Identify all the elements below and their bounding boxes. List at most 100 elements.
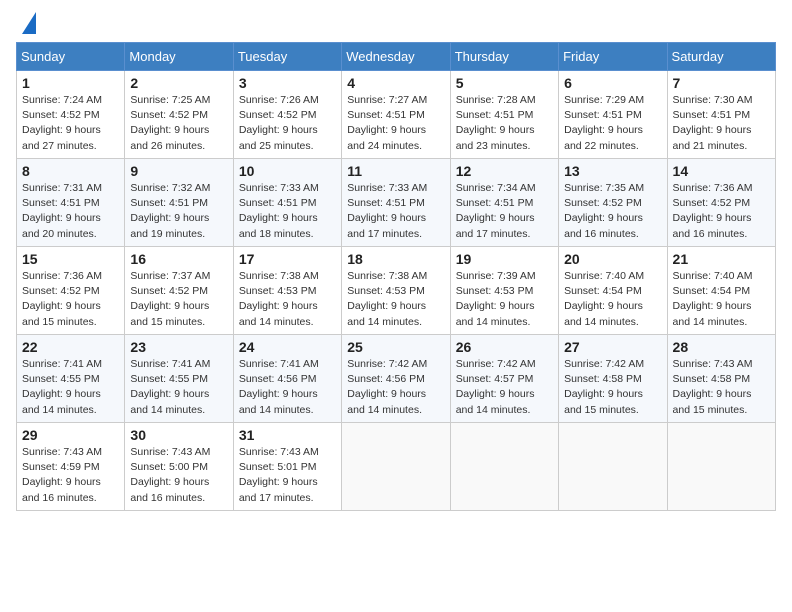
calendar-cell: 20 Sunrise: 7:40 AMSunset: 4:54 PMDayligh… bbox=[559, 247, 667, 335]
day-number: 27 bbox=[564, 339, 661, 355]
calendar-cell: 1 Sunrise: 7:24 AMSunset: 4:52 PMDaylight… bbox=[17, 71, 125, 159]
calendar-cell: 16Sunrise: 7:37 AMSunset: 4:52 PMDayligh… bbox=[125, 247, 233, 335]
day-number: 2 bbox=[130, 75, 227, 91]
calendar-cell: 14Sunrise: 7:36 AMSunset: 4:52 PMDayligh… bbox=[667, 159, 775, 247]
day-info: Sunrise: 7:41 AMSunset: 4:55 PMDaylight:… bbox=[130, 357, 227, 418]
calendar-cell: 28 Sunrise: 7:43 AMSunset: 4:58 PMDayligh… bbox=[667, 335, 775, 423]
calendar-cell bbox=[559, 423, 667, 511]
day-number: 1 bbox=[22, 75, 119, 91]
day-info: Sunrise: 7:40 AMSunset: 4:54 PMDaylight:… bbox=[564, 269, 661, 330]
day-number: 8 bbox=[22, 163, 119, 179]
day-info: Sunrise: 7:33 AMSunset: 4:51 PMDaylight:… bbox=[347, 181, 444, 242]
day-info: Sunrise: 7:40 AMSunset: 4:54 PMDaylight:… bbox=[673, 269, 770, 330]
day-info: Sunrise: 7:41 AMSunset: 4:56 PMDaylight:… bbox=[239, 357, 336, 418]
day-number: 14 bbox=[673, 163, 770, 179]
day-number: 28 bbox=[673, 339, 770, 355]
day-info: Sunrise: 7:34 AMSunset: 4:51 PMDaylight:… bbox=[456, 181, 553, 242]
day-info: Sunrise: 7:26 AMSunset: 4:52 PMDaylight:… bbox=[239, 93, 336, 154]
calendar-cell: 12Sunrise: 7:34 AMSunset: 4:51 PMDayligh… bbox=[450, 159, 558, 247]
day-info: Sunrise: 7:33 AMSunset: 4:51 PMDaylight:… bbox=[239, 181, 336, 242]
calendar-cell bbox=[342, 423, 450, 511]
day-number: 7 bbox=[673, 75, 770, 91]
day-number: 30 bbox=[130, 427, 227, 443]
calendar-cell: 7 Sunrise: 7:30 AMSunset: 4:51 PMDaylight… bbox=[667, 71, 775, 159]
day-info: Sunrise: 7:36 AMSunset: 4:52 PMDaylight:… bbox=[22, 269, 119, 330]
day-info: Sunrise: 7:25 AMSunset: 4:52 PMDaylight:… bbox=[130, 93, 227, 154]
calendar-cell: 23 Sunrise: 7:41 AMSunset: 4:55 PMDayligh… bbox=[125, 335, 233, 423]
day-number: 15 bbox=[22, 251, 119, 267]
day-number: 5 bbox=[456, 75, 553, 91]
day-info: Sunrise: 7:43 AMSunset: 5:00 PMDaylight:… bbox=[130, 445, 227, 506]
day-info: Sunrise: 7:43 AMSunset: 4:58 PMDaylight:… bbox=[673, 357, 770, 418]
calendar-cell: 10 Sunrise: 7:33 AMSunset: 4:51 PMDayligh… bbox=[233, 159, 341, 247]
calendar-cell: 30 Sunrise: 7:43 AMSunset: 5:00 PMDayligh… bbox=[125, 423, 233, 511]
day-info: Sunrise: 7:38 AMSunset: 4:53 PMDaylight:… bbox=[239, 269, 336, 330]
calendar-cell: 2 Sunrise: 7:25 AMSunset: 4:52 PMDaylight… bbox=[125, 71, 233, 159]
page-header bbox=[16, 16, 776, 34]
calendar-cell: 9 Sunrise: 7:32 AMSunset: 4:51 PMDaylight… bbox=[125, 159, 233, 247]
day-number: 13 bbox=[564, 163, 661, 179]
calendar-cell: 8 Sunrise: 7:31 AMSunset: 4:51 PMDaylight… bbox=[17, 159, 125, 247]
day-number: 23 bbox=[130, 339, 227, 355]
day-number: 25 bbox=[347, 339, 444, 355]
day-number: 20 bbox=[564, 251, 661, 267]
day-info: Sunrise: 7:30 AMSunset: 4:51 PMDaylight:… bbox=[673, 93, 770, 154]
day-info: Sunrise: 7:27 AMSunset: 4:51 PMDaylight:… bbox=[347, 93, 444, 154]
calendar-cell: 21 Sunrise: 7:40 AMSunset: 4:54 PMDayligh… bbox=[667, 247, 775, 335]
calendar-table: SundayMondayTuesdayWednesdayThursdayFrid… bbox=[16, 42, 776, 511]
day-number: 19 bbox=[456, 251, 553, 267]
column-header-sunday: Sunday bbox=[17, 43, 125, 71]
day-info: Sunrise: 7:42 AMSunset: 4:57 PMDaylight:… bbox=[456, 357, 553, 418]
column-header-thursday: Thursday bbox=[450, 43, 558, 71]
day-number: 22 bbox=[22, 339, 119, 355]
day-info: Sunrise: 7:31 AMSunset: 4:51 PMDaylight:… bbox=[22, 181, 119, 242]
day-info: Sunrise: 7:41 AMSunset: 4:55 PMDaylight:… bbox=[22, 357, 119, 418]
day-number: 17 bbox=[239, 251, 336, 267]
calendar-cell: 31 Sunrise: 7:43 AMSunset: 5:01 PMDayligh… bbox=[233, 423, 341, 511]
day-info: Sunrise: 7:43 AMSunset: 5:01 PMDaylight:… bbox=[239, 445, 336, 506]
day-number: 26 bbox=[456, 339, 553, 355]
calendar-cell: 4 Sunrise: 7:27 AMSunset: 4:51 PMDaylight… bbox=[342, 71, 450, 159]
calendar-cell: 29 Sunrise: 7:43 AMSunset: 4:59 PMDayligh… bbox=[17, 423, 125, 511]
calendar-cell: 22 Sunrise: 7:41 AMSunset: 4:55 PMDayligh… bbox=[17, 335, 125, 423]
calendar-cell: 26 Sunrise: 7:42 AMSunset: 4:57 PMDayligh… bbox=[450, 335, 558, 423]
day-number: 24 bbox=[239, 339, 336, 355]
day-info: Sunrise: 7:43 AMSunset: 4:59 PMDaylight:… bbox=[22, 445, 119, 506]
column-header-saturday: Saturday bbox=[667, 43, 775, 71]
day-info: Sunrise: 7:42 AMSunset: 4:58 PMDaylight:… bbox=[564, 357, 661, 418]
calendar-header-row: SundayMondayTuesdayWednesdayThursdayFrid… bbox=[17, 43, 776, 71]
day-info: Sunrise: 7:42 AMSunset: 4:56 PMDaylight:… bbox=[347, 357, 444, 418]
day-info: Sunrise: 7:37 AMSunset: 4:52 PMDaylight:… bbox=[130, 269, 227, 330]
day-info: Sunrise: 7:28 AMSunset: 4:51 PMDaylight:… bbox=[456, 93, 553, 154]
calendar-cell: 27 Sunrise: 7:42 AMSunset: 4:58 PMDayligh… bbox=[559, 335, 667, 423]
day-number: 9 bbox=[130, 163, 227, 179]
calendar-cell: 5 Sunrise: 7:28 AMSunset: 4:51 PMDaylight… bbox=[450, 71, 558, 159]
calendar-cell: 11 Sunrise: 7:33 AMSunset: 4:51 PMDayligh… bbox=[342, 159, 450, 247]
day-info: Sunrise: 7:29 AMSunset: 4:51 PMDaylight:… bbox=[564, 93, 661, 154]
calendar-cell: 3Sunrise: 7:26 AMSunset: 4:52 PMDaylight… bbox=[233, 71, 341, 159]
logo-triangle-icon bbox=[22, 12, 36, 34]
column-header-monday: Monday bbox=[125, 43, 233, 71]
day-number: 29 bbox=[22, 427, 119, 443]
day-number: 6 bbox=[564, 75, 661, 91]
calendar-cell: 15 Sunrise: 7:36 AMSunset: 4:52 PMDayligh… bbox=[17, 247, 125, 335]
day-number: 11 bbox=[347, 163, 444, 179]
calendar-cell bbox=[450, 423, 558, 511]
column-header-wednesday: Wednesday bbox=[342, 43, 450, 71]
day-number: 31 bbox=[239, 427, 336, 443]
day-number: 10 bbox=[239, 163, 336, 179]
calendar-week-row: 15 Sunrise: 7:36 AMSunset: 4:52 PMDayligh… bbox=[17, 247, 776, 335]
day-number: 18 bbox=[347, 251, 444, 267]
day-info: Sunrise: 7:35 AMSunset: 4:52 PMDaylight:… bbox=[564, 181, 661, 242]
day-info: Sunrise: 7:24 AMSunset: 4:52 PMDaylight:… bbox=[22, 93, 119, 154]
logo bbox=[16, 16, 36, 34]
calendar-cell: 6 Sunrise: 7:29 AMSunset: 4:51 PMDaylight… bbox=[559, 71, 667, 159]
day-info: Sunrise: 7:32 AMSunset: 4:51 PMDaylight:… bbox=[130, 181, 227, 242]
calendar-week-row: 8 Sunrise: 7:31 AMSunset: 4:51 PMDaylight… bbox=[17, 159, 776, 247]
day-number: 21 bbox=[673, 251, 770, 267]
calendar-week-row: 1 Sunrise: 7:24 AMSunset: 4:52 PMDaylight… bbox=[17, 71, 776, 159]
day-info: Sunrise: 7:39 AMSunset: 4:53 PMDaylight:… bbox=[456, 269, 553, 330]
day-info: Sunrise: 7:38 AMSunset: 4:53 PMDaylight:… bbox=[347, 269, 444, 330]
calendar-cell: 18 Sunrise: 7:38 AMSunset: 4:53 PMDayligh… bbox=[342, 247, 450, 335]
day-number: 4 bbox=[347, 75, 444, 91]
